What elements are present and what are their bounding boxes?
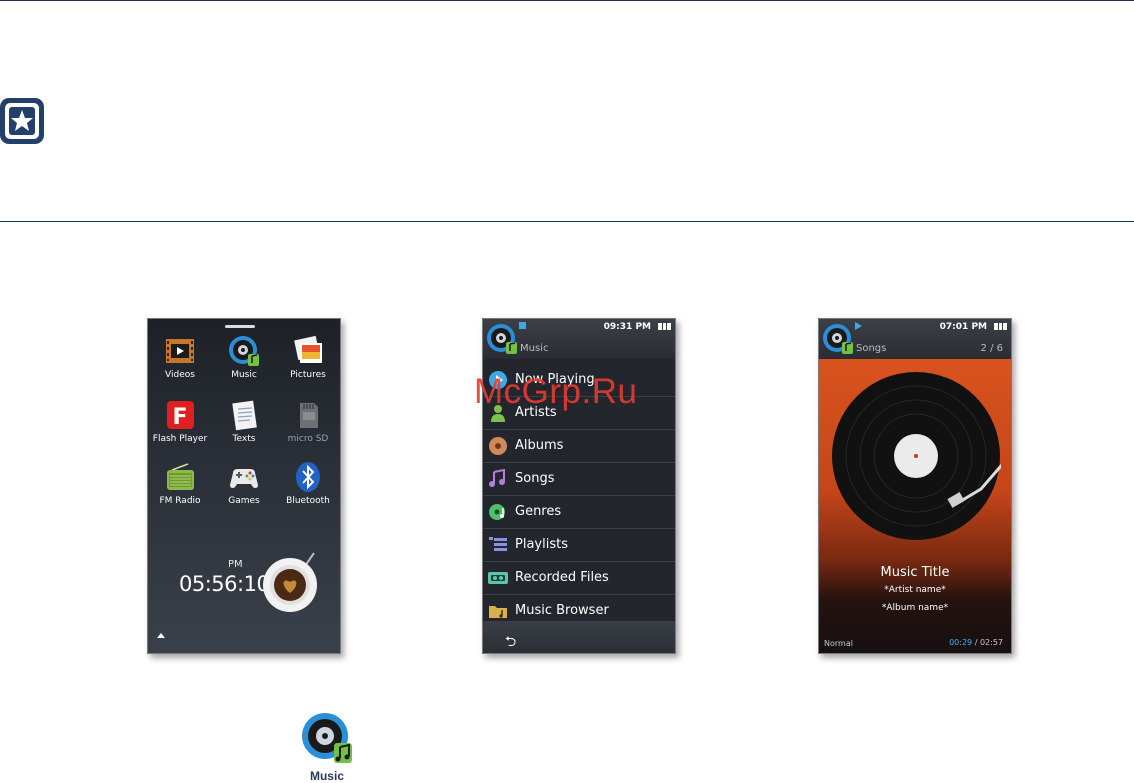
menu-item-label: Songs [515,471,555,486]
photos-icon [292,335,324,367]
app-label: Pictures [290,370,326,380]
genre-icon [488,502,508,522]
screen-title: Music [520,343,549,354]
svg-text:F: F [172,405,187,430]
album-name: *Album name* [881,603,949,613]
playlist-icon [488,535,508,555]
back-arrow-icon[interactable]: ⮌ [505,631,516,653]
clock-ampm: PM [228,559,243,570]
flash-icon: F [164,399,196,431]
app-videos[interactable]: Videos [148,335,212,380]
battery-icon [658,323,672,330]
play-mode: Normal [824,639,853,648]
app-label: Texts [232,434,256,444]
menu-item-recorded-files[interactable]: Recorded Files [483,562,675,595]
artist-name: *Artist name* [884,585,946,595]
track-count: 2 / 6 [980,343,1003,354]
elapsed-time: 00:29 [949,638,973,647]
bluetooth-icon [292,461,324,493]
status-time: 09:31 PM [603,322,651,332]
screen-notch [225,325,255,328]
top-rule [0,0,1134,1]
home-screen: Videos Music Pictures F Flash Player Tex… [147,318,341,654]
app-label: Flash Player [152,434,208,444]
film-icon [164,335,196,367]
menu-item-albums[interactable]: Albums [483,430,675,463]
sd-card-icon [292,399,324,431]
music-disc-icon [822,323,854,355]
app-label: micro SD [287,434,329,444]
app-texts[interactable]: Texts [212,399,276,444]
app-micro-sd[interactable]: micro SD [276,399,340,444]
menu-item-label: Music Browser [515,603,609,618]
play-status-icon [855,322,862,330]
song-title: Music Title [880,565,950,580]
menu-item-playlists[interactable]: Playlists [483,529,675,562]
screen-title: Songs [856,343,887,354]
menu-item-genres[interactable]: Genres [483,496,675,529]
menu-item-label: Albums [515,438,564,453]
cassette-icon [488,568,508,588]
app-label: Videos [165,370,195,380]
app-label: Games [228,496,260,506]
app-games[interactable]: Games [212,461,276,506]
music-menu-screen: 09:31 PM Music Now Playing Artists Album… [482,318,676,654]
music-icon-label: Music [309,769,344,783]
stop-status-icon [519,322,526,329]
radio-icon [164,461,196,493]
battery-icon [994,323,1008,330]
status-bar: 09:31 PM Music [483,319,675,359]
bottom-bar: ⮌ [483,621,675,653]
app-label: FM Radio [159,496,201,506]
player-screen: 07:01 PM Songs 2 / 6 Music Title *Artist… [818,318,1012,654]
app-pictures[interactable]: Pictures [276,335,340,380]
menu-item-label: Genres [515,504,562,519]
song-note-icon [488,468,508,489]
app-music[interactable]: Music [212,335,276,380]
gamepad-icon [228,461,260,493]
menu-item-songs[interactable]: Songs [483,463,675,496]
music-app-icon: Music [301,712,353,783]
album-icon [488,436,508,456]
app-bluetooth[interactable]: Bluetooth [276,461,340,506]
menu-item-label: Playlists [515,537,568,552]
vinyl-record-icon [831,371,1009,541]
watermark-text: McGrp.Ru [474,372,638,411]
app-label: Music [231,370,257,380]
section-rule [0,221,1134,222]
app-label: Bluetooth [286,496,330,506]
coffee-cup-icon [256,549,326,613]
folder-icon [488,601,508,621]
play-time: 00:29 / 02:57 [949,638,1003,647]
status-bar: 07:01 PM Songs 2 / 6 [819,319,1011,359]
menu-item-label: Recorded Files [515,570,609,585]
app-fm-radio[interactable]: FM Radio [148,461,212,506]
music-disc-icon [486,323,518,355]
total-time: 02:57 [979,638,1003,647]
up-arrow-icon[interactable] [157,633,165,638]
status-time: 07:01 PM [939,322,987,332]
music-disc-icon [228,335,260,367]
app-flash-player[interactable]: F Flash Player [148,399,212,444]
star-note-icon [0,98,44,144]
text-document-icon [228,399,260,431]
